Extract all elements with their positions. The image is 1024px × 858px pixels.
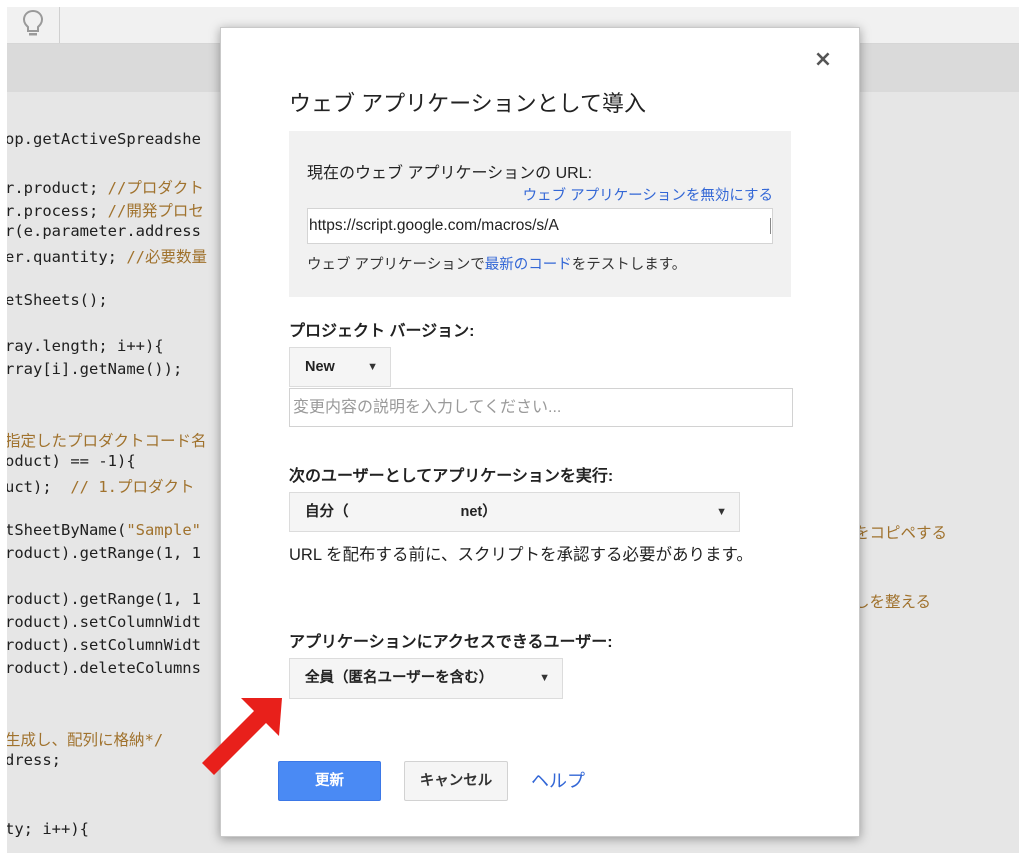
code-line: roduct).setColumnWidt	[7, 613, 201, 631]
lightbulb-icon[interactable]	[21, 9, 45, 39]
authorization-notice: URL を配布する前に、スクリプトを承認する必要があります。	[289, 546, 753, 564]
code-comment-right: をコピペする	[854, 524, 948, 542]
code-line: ray.length; i++){	[7, 337, 164, 355]
code-line: tSheetByName("Sample"	[7, 521, 201, 539]
project-version-label: プロジェクト バージョン:	[289, 323, 475, 340]
help-link[interactable]: ヘルプ	[531, 767, 585, 793]
code-line: roduct).setColumnWidt	[7, 636, 201, 654]
red-arrow-annotation-icon	[196, 684, 296, 784]
deploy-web-app-dialog: × ウェブ アプリケーションとして導入 現在のウェブ アプリケーションの URL…	[220, 27, 860, 837]
code-line: er.quantity; //必要数量	[7, 248, 207, 266]
test-prefix: ウェブ アプリケーションで	[307, 257, 485, 273]
close-icon[interactable]: ×	[811, 48, 835, 72]
web-app-url-field[interactable]: https://script.google.com/macros/s/A	[307, 208, 773, 244]
code-line: op.getActiveSpreadshe	[7, 130, 201, 148]
current-url-panel: 現在のウェブ アプリケーションの URL: ウェブ アプリケーションを無効にする…	[289, 131, 791, 297]
who-has-access-select[interactable]: 全員（匿名ユーザーを含む） ▼	[289, 658, 563, 699]
text-caret	[770, 218, 771, 234]
dropdown-arrow-icon: ▼	[716, 506, 727, 518]
code-line: roduct).getRange(1, 1	[7, 590, 201, 608]
code-line: oduct) == -1){	[7, 452, 136, 470]
url-label: 現在のウェブ アプリケーションの URL:	[307, 165, 593, 182]
dropdown-arrow-icon: ▼	[367, 361, 378, 373]
code-line: dress;	[7, 751, 61, 769]
code-line: 指定したプロダクトコード名	[7, 432, 207, 450]
execute-as-value: 自分（ net）	[305, 504, 497, 520]
execute-as-select[interactable]: 自分（ net） ▼	[289, 492, 740, 532]
code-line: 生成し、配列に格納*/	[7, 731, 164, 749]
project-version-select[interactable]: New ▼	[289, 347, 391, 387]
project-version-value: New	[305, 359, 335, 375]
code-line: ty; i++){	[7, 820, 89, 838]
code-line: uct); // 1.プロダクト	[7, 478, 195, 496]
code-line: r(e.parameter.address	[7, 222, 201, 240]
dropdown-arrow-icon: ▼	[539, 672, 550, 684]
code-line: r.product; //プロダクト	[7, 179, 204, 197]
access-label: アプリケーションにアクセスできるユーザー:	[289, 634, 613, 651]
version-description-input[interactable]: 変更内容の説明を入力してください...	[289, 388, 793, 427]
code-line: roduct).getRange(1, 1	[7, 544, 201, 562]
code-line: r.process; //開発プロセ	[7, 202, 204, 220]
execute-as-label: 次のユーザーとしてアプリケーションを実行:	[289, 468, 614, 485]
dialog-title: ウェブ アプリケーションとして導入	[289, 91, 647, 116]
cancel-button[interactable]: キャンセル	[404, 761, 508, 801]
test-suffix: をテストします。	[571, 257, 687, 273]
test-latest-code-text: ウェブ アプリケーションで最新のコードをテストします。	[307, 253, 686, 274]
web-app-url-text: https://script.google.com/macros/s/A	[309, 217, 559, 234]
access-value: 全員（匿名ユーザーを含む）	[305, 670, 494, 686]
code-comment-right: しを整える	[854, 593, 932, 611]
toolbar-separator	[59, 7, 60, 43]
code-line: roduct).deleteColumns	[7, 659, 201, 677]
code-line: etSheets();	[7, 291, 108, 309]
latest-code-link[interactable]: 最新のコード	[485, 257, 572, 273]
code-line: rray[i].getName());	[7, 360, 183, 378]
disable-web-app-link[interactable]: ウェブ アプリケーションを無効にする	[523, 184, 773, 205]
